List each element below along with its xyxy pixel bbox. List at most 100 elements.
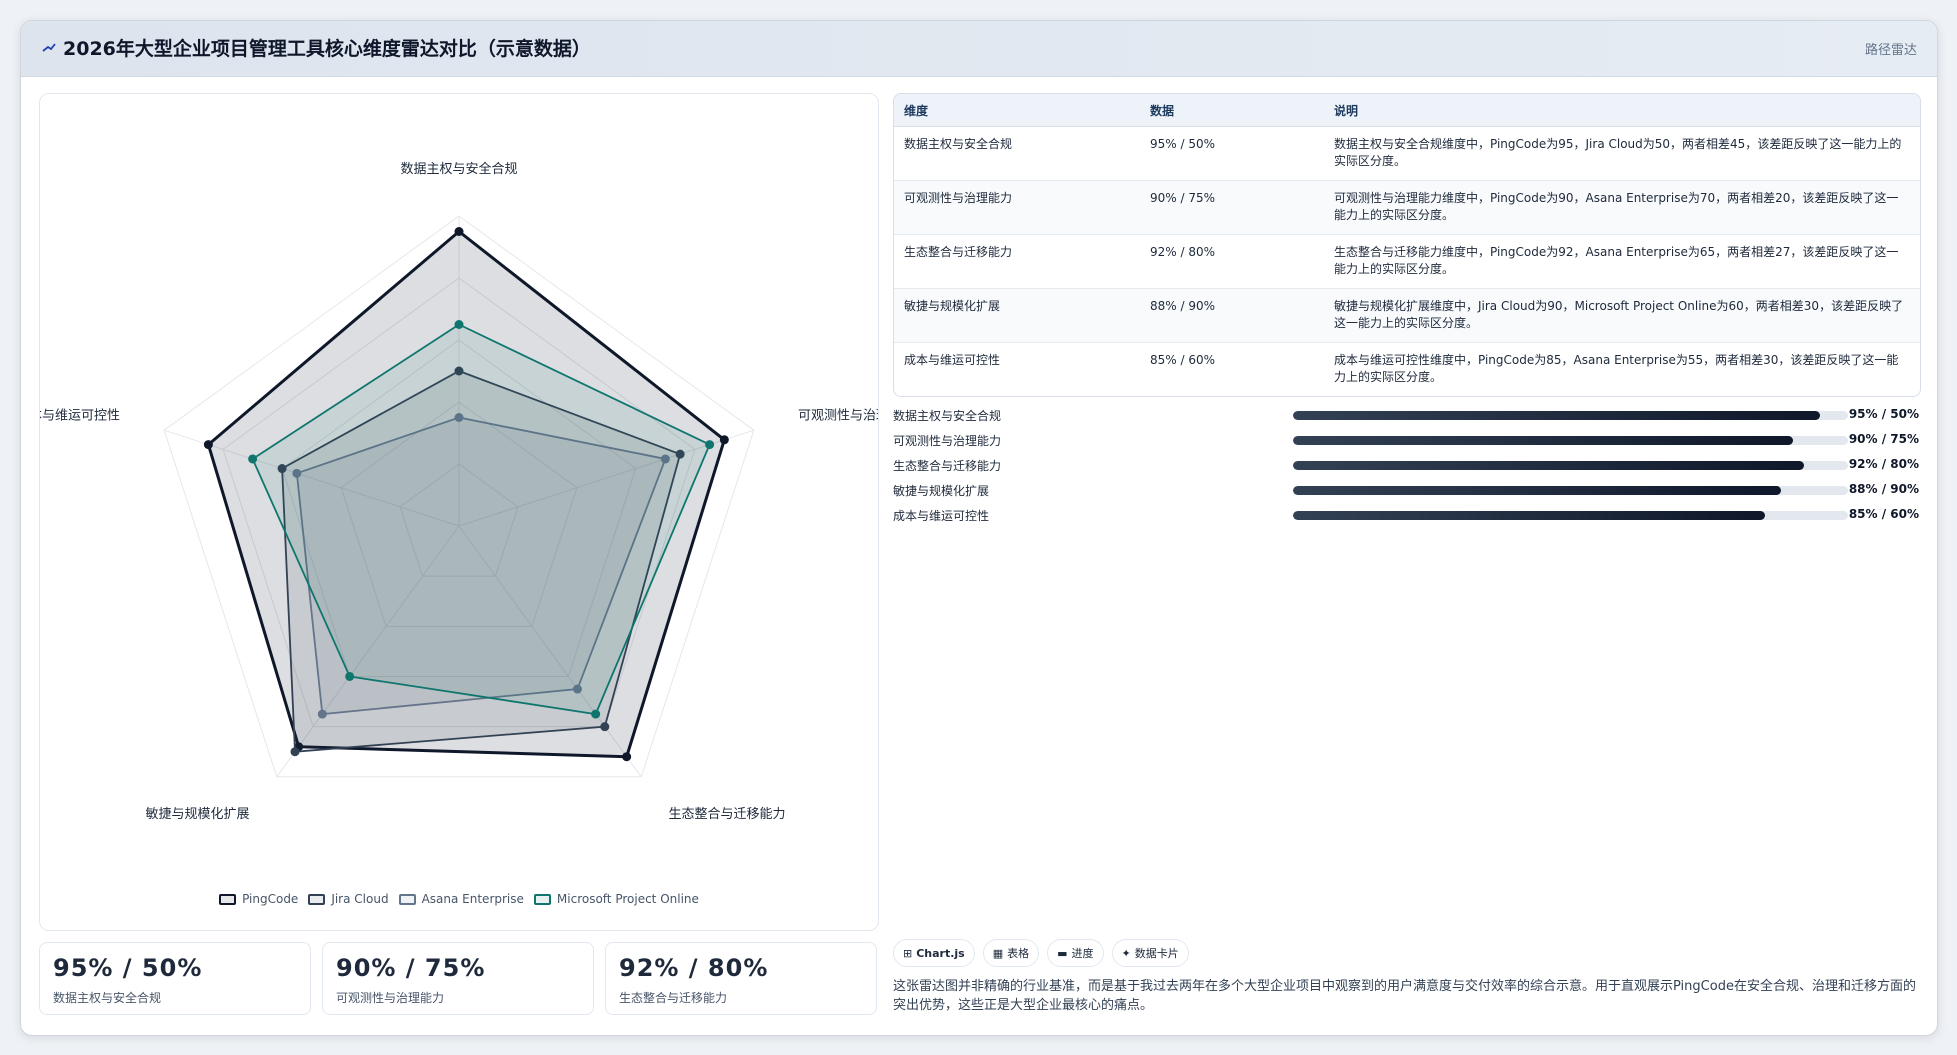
table-cell-dimension: 数据主权与安全合规 [894,126,1140,181]
metric-label: 数据主权与安全合规 [53,991,162,1005]
radar-point [248,454,258,464]
chip-label: 表格 [1007,947,1030,960]
metric-card: 95% / 50% 数据主权与安全合规 [39,942,311,1015]
progress-label: 敏捷与规模化扩展 [893,484,990,498]
table-row: 敏捷与规模化扩展 88% / 90% 敏捷与规模化扩展维度中，Jira Clou… [894,288,1920,343]
metric-card: 92% / 80% 生态整合与迁移能力 [605,942,877,1015]
table-cell-dimension: 敏捷与规模化扩展 [894,288,1140,343]
progress-fill [1293,436,1793,445]
chart-legend: PingCode Jira Cloud Asana Enterprise Mic… [40,892,878,906]
metric-label: 生态整合与迁移能力 [619,991,728,1005]
header-bar: 2026年大型企业项目管理工具核心维度雷达对比（示意数据） 路径雷达 [21,21,1937,77]
progress-row: 敏捷与规模化扩展 88% / 90% [893,478,1919,503]
table-cell-dimension: 可观测性与治理能力 [894,180,1140,235]
radar-point [345,671,355,681]
radar-point [317,709,327,719]
radar-point [454,320,464,329]
table-cell-value: 85% / 60% [1150,353,1216,367]
progress-label: 数据主权与安全合规 [893,409,1002,423]
radar-point [622,752,632,762]
legend-label: PingCode [242,892,299,906]
legend-label: Jira Cloud [331,892,389,906]
column-header: 数据 [1140,94,1324,127]
chip-data-cards[interactable]: ✦ 数据卡片 [1111,939,1189,967]
legend-item-pingcode[interactable]: PingCode [219,892,298,906]
header-tag[interactable]: 路径雷达 [1865,39,1917,58]
legend-swatch [308,893,326,905]
progress-track [1293,461,1848,470]
table-cell-value: 92% / 80% [1140,234,1324,289]
metric-card: 90% / 75% 可观测性与治理能力 [322,942,594,1015]
chip-progress[interactable]: ▬ 进度 [1047,939,1104,967]
radar-logo-icon [42,43,56,52]
page-title: 2026年大型企业项目管理工具核心维度雷达对比（示意数据） [63,38,591,60]
table-row: 成本与维运可控性 85% / 60% 成本与维运可控性维度中，PingCode为… [894,343,1920,397]
chart-note: 这张雷达图并非精确的行业基准，而是基于我过去两年在多个大型企业项目中观察到的用户… [893,979,1916,1013]
table-cell-value: 95% / 50% [1140,126,1324,181]
progress-value: 90% / 75% [1848,432,1919,446]
progress-label: 生态整合与迁移能力 [893,459,1002,473]
dimension-table: 维度 数据 说明 数据主权与安全合规 95% / 50% 数据主权与安全合规维度… [893,93,1921,397]
table-cell-value: 88% / 90% [1140,288,1324,343]
progress-label: 可观测性与治理能力 [893,434,1002,448]
metric-label: 可观测性与治理能力 [336,991,445,1005]
progress-value: 88% / 90% [1848,482,1919,496]
radar-chart: 数据主权与安全合规可观测性与治理能力生态整合与迁移能力 敏捷与规模化扩展 成本与维运… [40,161,878,822]
chart-icon: ⊞ [903,946,913,960]
chip-chartjs[interactable]: ⊞ Chart.js [893,939,975,967]
table-cell-description: 成本与维运可控性维度中，PingCode为85，Asana Enterprise… [1334,353,1899,384]
table-row: 生态整合与迁移能力 92% / 80% 生态整合与迁移能力维度中，PingCod… [894,234,1920,289]
sparkle-icon: ✦ [1121,946,1131,960]
table-header-row: 维度 数据 说明 [894,94,1920,127]
radar-point [719,435,729,445]
progress-value: 95% / 50% [1848,407,1919,421]
legend-item-jira-cloud[interactable]: Jira Cloud [308,892,389,906]
progress-track [1293,436,1848,445]
dashboard-frame: 2026年大型企业项目管理工具核心维度雷达对比（示意数据） 路径雷达 数据主权与… [20,20,1938,1036]
progress-value: 92% / 80% [1848,457,1919,471]
progress-label: 成本与维运可控性 [893,509,990,523]
chip-label: Chart.js [916,946,965,960]
progress-fill [1293,486,1782,495]
progress-track [1293,411,1848,420]
table-cell-value: 90% / 75% [1140,180,1324,235]
table-cell-description: 可观测性与治理能力维度中，PingCode为90，Asana Enterpris… [1324,180,1920,235]
table-cell-description: 敏捷与规模化扩展维度中，Jira Cloud为90，Microsoft Proj… [1324,288,1920,343]
radar-point [591,709,601,719]
table-cell-description: 生态整合与迁移能力维度中，PingCode为92，Asana Enterpris… [1324,234,1920,289]
radar-chart-card: 数据主权与安全合规可观测性与治理能力生态整合与迁移能力 敏捷与规模化扩展 成本与维运… [39,93,879,931]
radar-axis-label: 敏捷与规模化扩展 [145,807,249,822]
progress-fill [1293,511,1765,520]
radar-axis-label: 生态整合与迁移能力 [669,807,786,822]
legend-item-asana-enterprise[interactable]: Asana Enterprise [398,892,524,906]
table-cell-dimension: 生态整合与迁移能力 [894,234,1140,289]
column-header: 维度 [894,94,1140,127]
table-cell-description: 数据主权与安全合规维度中，PingCode为95，Jira Cloud为50，两… [1324,126,1920,181]
progress-track [1293,511,1848,520]
metric-value: 92% / 80% [619,954,769,982]
metric-value: 95% / 50% [53,954,203,982]
legend-swatch [533,893,551,905]
legend-label: Asana Enterprise [421,892,524,906]
progress-fill [1293,461,1804,470]
metric-value: 90% / 75% [336,954,486,982]
progress-row: 数据主权与安全合规 95% / 50% [893,403,1919,428]
chip-table[interactable]: ▦ 表格 [982,939,1040,967]
legend-swatch [398,893,416,905]
progress-icon: ▬ [1057,946,1068,960]
view-chips: ⊞ Chart.js ▦ 表格 ▬ 进度 ✦ 数据卡片 [893,939,1189,967]
radar-point [705,440,715,450]
chip-label: 进度 [1071,947,1094,960]
chip-label: 数据卡片 [1134,947,1179,960]
progress-row: 可观测性与治理能力 90% / 75% [893,428,1919,453]
progress-row: 成本与维运可控性 85% / 60% [893,503,1919,528]
radar-point [600,722,610,732]
progress-bars: 数据主权与安全合规 95% / 50% 可观测性与治理能力 90% / 75% … [893,403,1919,528]
radar-axis-label: 可观测性与治理能力 [798,408,878,423]
legend-item-microsoft-project-online[interactable]: Microsoft Project Online [533,892,699,906]
column-header: 说明 [1324,94,1920,127]
radar-point [454,227,464,236]
table-row: 可观测性与治理能力 90% / 75% 可观测性与治理能力维度中，PingCod… [894,180,1920,235]
radar-axis-label: 成本与维运可控性 [40,408,120,423]
metric-cards: 95% / 50% 数据主权与安全合规 90% / 75% 可观测性与治理能力 … [39,942,897,1017]
